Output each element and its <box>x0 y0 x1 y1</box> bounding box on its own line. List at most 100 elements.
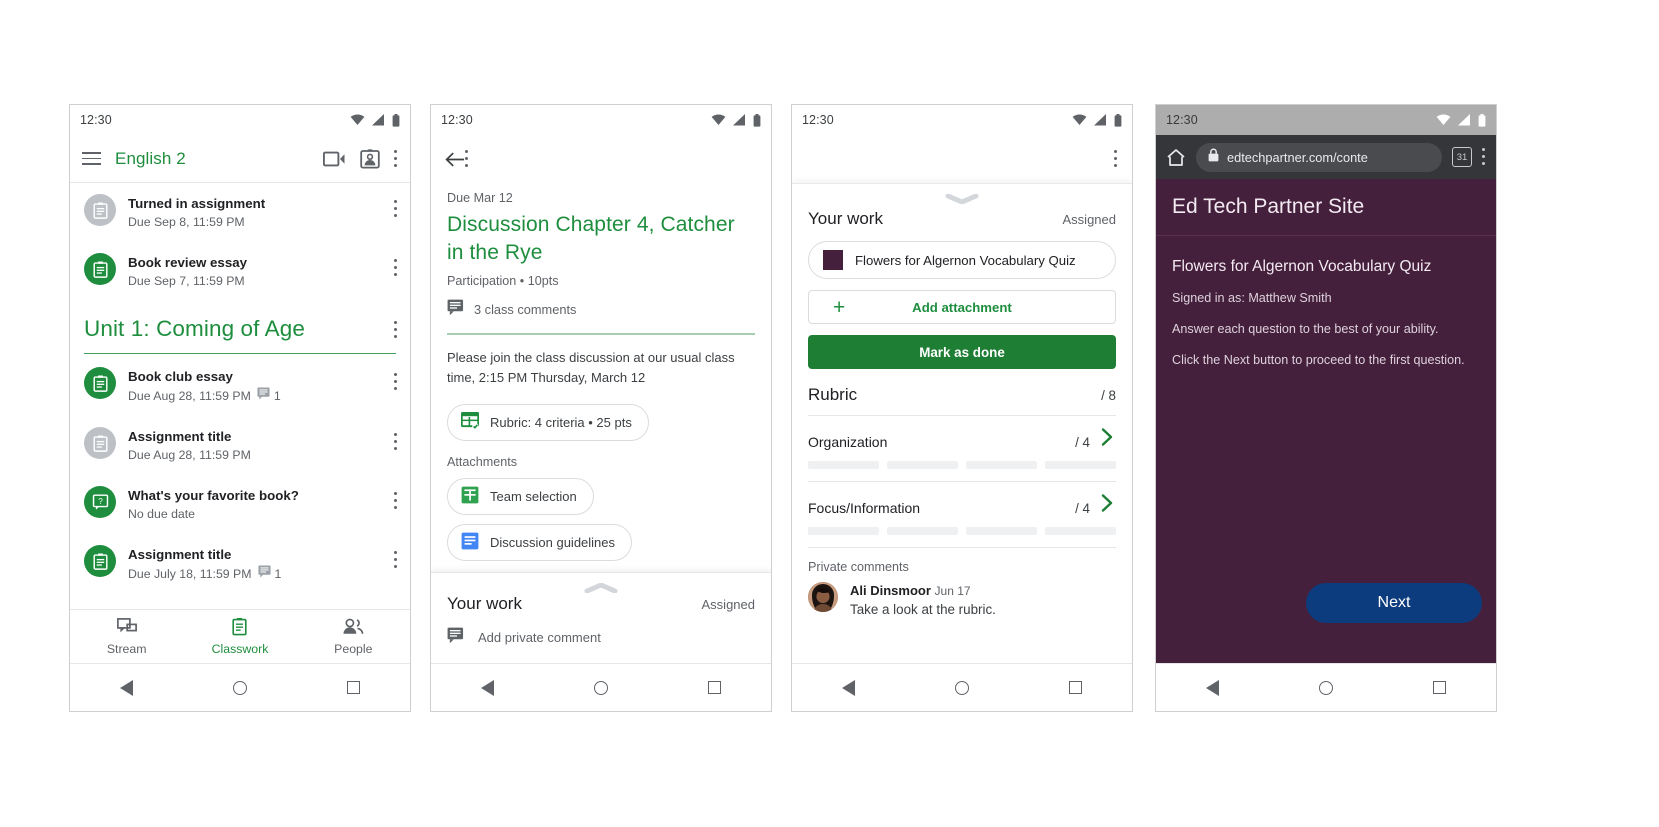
add-attachment-button[interactable]: + Add attachment <box>808 290 1116 324</box>
nav-back-icon[interactable] <box>481 679 494 696</box>
status-badge: Assigned <box>1062 212 1116 227</box>
list-item-title: Turned in assignment <box>128 196 266 211</box>
plus-icon: + <box>833 295 846 319</box>
tab-stream[interactable]: Stream <box>70 617 183 656</box>
nav-home-icon[interactable] <box>955 680 969 695</box>
mark-as-done-button[interactable]: Mark as done <box>808 335 1116 369</box>
list-item[interactable]: Book club essay Due Aug 28, 11:59 PM 1 <box>70 356 410 416</box>
google-sheets-icon <box>461 486 479 507</box>
work-attachment-chip[interactable]: Flowers for Algernon Vocabulary Quiz <box>808 241 1116 279</box>
criterion-name: Organization <box>808 434 888 450</box>
signal-icon <box>1094 114 1107 126</box>
kebab-menu-icon[interactable] <box>394 545 398 569</box>
question-icon: ? <box>84 486 116 518</box>
due-date: Due Mar 12 <box>447 191 513 205</box>
kebab-menu-icon[interactable] <box>394 486 398 510</box>
nav-back-icon[interactable] <box>842 679 855 696</box>
rubric-heading: Rubric <box>808 385 858 404</box>
home-icon[interactable] <box>1166 148 1186 167</box>
chevron-right-icon[interactable] <box>1098 427 1116 447</box>
rubric-criterion[interactable]: Focus/Information / 4 <box>792 482 1132 535</box>
rubric-chip[interactable]: Rubric: 4 criteria • 25 pts <box>447 403 649 441</box>
list-item-subtitle: Due Aug 28, 11:59 PM <box>128 448 251 462</box>
list-item-subtitle: Due Aug 28, 11:59 PM 1 <box>128 387 382 405</box>
nav-recents-icon[interactable] <box>1433 681 1446 694</box>
list-item[interactable]: Assignment title Due July 18, 11:59 PM 1 <box>70 534 410 594</box>
rubric-header: Rubric / 8 <box>792 369 1132 405</box>
add-private-comment[interactable]: Add private comment <box>431 614 771 663</box>
id-badge-icon[interactable] <box>360 148 380 169</box>
comment-date: Jun 17 <box>934 584 971 598</box>
nav-recents-icon[interactable] <box>1069 681 1082 694</box>
list-item-title: Assignment title <box>128 547 232 562</box>
your-work-sheet: Your work Assigned Add private comment <box>431 572 771 663</box>
list-item[interactable]: Assignment title Due Aug 28, 11:59 PM <box>70 416 410 475</box>
bottom-tab-bar: Stream Classwork People <box>70 609 410 663</box>
tab-count-button[interactable]: 31 <box>1452 147 1472 167</box>
nav-recents-icon[interactable] <box>708 681 721 694</box>
work-attachment-label: Flowers for Algernon Vocabulary Quiz <box>855 252 1076 268</box>
chevron-right-icon[interactable] <box>1098 493 1116 513</box>
class-comments-row[interactable]: 3 class comments <box>447 299 755 319</box>
back-arrow-icon[interactable] <box>445 149 465 169</box>
status-bar-clock: 12:30 <box>802 113 834 127</box>
attachment-chip[interactable]: Team selection <box>447 477 594 515</box>
kebab-menu-icon[interactable] <box>394 194 398 218</box>
assignment-icon <box>84 194 116 226</box>
comment-icon <box>257 387 270 405</box>
list-item[interactable]: Book review essay Due Sep 7, 11:59 PM <box>70 242 410 301</box>
android-nav-bar <box>792 663 1132 711</box>
signal-icon <box>372 114 385 126</box>
next-button[interactable]: Next <box>1306 583 1482 623</box>
kebab-menu-icon[interactable] <box>1114 150 1118 168</box>
list-item-subtitle: Due Sep 7, 11:59 PM <box>128 274 245 288</box>
nav-back-icon[interactable] <box>1206 679 1219 696</box>
private-comment-body: Ali Dinsmoor Jun 17 Take a look at the r… <box>850 582 996 617</box>
nav-home-icon[interactable] <box>233 680 247 695</box>
attachments-label: Attachments <box>447 454 517 469</box>
sheet-grabber-down[interactable] <box>944 191 980 205</box>
status-bar-icons <box>1072 113 1122 127</box>
tab-classwork[interactable]: Classwork <box>183 617 296 656</box>
list-item[interactable]: Turned in assignment Due Sep 8, 11:59 PM <box>70 183 410 242</box>
nav-back-icon[interactable] <box>120 679 133 696</box>
kebab-menu-icon[interactable] <box>394 367 398 391</box>
tab-people[interactable]: People <box>297 618 410 656</box>
list-item-title: What's your favorite book? <box>128 488 299 503</box>
kebab-menu-icon[interactable] <box>1482 148 1486 166</box>
google-docs-icon <box>461 532 479 553</box>
assignment-list-unit: Book club essay Due Aug 28, 11:59 PM 1 A… <box>70 356 410 594</box>
attachments-list: Team selection Discussion guidelines <box>431 469 771 561</box>
kebab-menu-icon[interactable] <box>394 253 398 277</box>
kebab-menu-icon[interactable] <box>394 427 398 451</box>
your-work-heading: Your work <box>447 594 522 613</box>
status-bar-icons <box>711 113 761 127</box>
stream-icon <box>116 617 137 639</box>
attachment-chip[interactable]: Discussion guidelines <box>447 523 633 561</box>
rubric-criterion[interactable]: Organization / 4 <box>792 416 1132 469</box>
nav-recents-icon[interactable] <box>347 681 360 694</box>
sheet-grabber-up[interactable] <box>583 580 619 594</box>
hamburger-icon[interactable] <box>82 152 101 165</box>
url-bar[interactable]: edtechpartner.com/conte <box>1196 142 1442 172</box>
assignment-detail: Due Mar 12 Discussion Chapter 4, Catcher… <box>431 183 771 319</box>
comment-icon <box>447 627 464 647</box>
list-item[interactable]: ? What's your favorite book? No due date <box>70 475 410 534</box>
tab-label: Classwork <box>211 642 269 656</box>
assignment-icon <box>84 253 116 285</box>
phone-screen-classwork: 12:30 English 2 Turned in assignment Due… <box>69 104 411 712</box>
video-camera-icon[interactable] <box>323 151 346 167</box>
criterion-name: Focus/Information <box>808 500 921 516</box>
kebab-menu-icon[interactable] <box>465 150 469 168</box>
tab-label: People <box>334 641 373 656</box>
nav-home-icon[interactable] <box>1319 680 1333 695</box>
kebab-menu-icon[interactable] <box>394 315 398 339</box>
nav-home-icon[interactable] <box>594 680 608 695</box>
rubric-icon <box>460 411 480 433</box>
criterion-levels <box>808 527 1116 535</box>
app-bar: English 2 <box>70 135 410 183</box>
comment-icon <box>447 299 464 319</box>
quiz-thumbnail-icon <box>823 250 843 270</box>
kebab-menu-icon[interactable] <box>394 149 398 168</box>
page-title: English 2 <box>115 148 186 168</box>
